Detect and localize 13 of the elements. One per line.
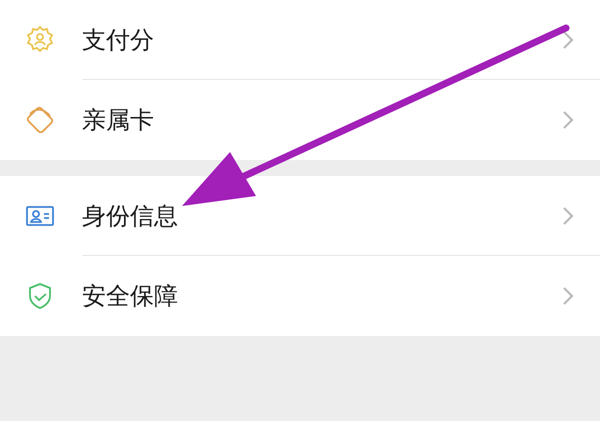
chevron-icon — [562, 110, 574, 130]
menu-item[interactable]: 支付分 — [0, 0, 600, 80]
card-icon — [24, 104, 56, 136]
menu-item[interactable]: 亲属卡 — [0, 80, 600, 160]
menu-label: 支付分 — [82, 25, 155, 56]
chevron-icon — [562, 206, 574, 226]
menu-label: 身份信息 — [82, 201, 179, 232]
menu-item[interactable]: 安全保障 — [0, 256, 600, 336]
menu-label: 安全保障 — [82, 281, 179, 312]
chevron-icon — [562, 286, 574, 306]
menu-item[interactable]: 身份信息 — [0, 176, 600, 256]
menu-label: 亲属卡 — [82, 105, 155, 136]
chevron-icon — [562, 30, 574, 50]
